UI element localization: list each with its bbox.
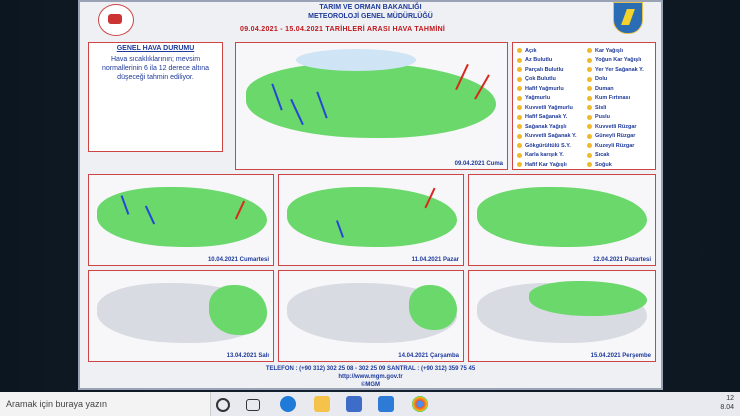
weather-icon [587, 86, 592, 92]
map-day-2: 10.04.2021 Cumartesi [88, 174, 274, 266]
legend-item: Sıcak [587, 151, 657, 161]
weather-icon [517, 133, 522, 139]
search-placeholder: Aramak için buraya yazın [6, 399, 108, 409]
forecast-title: 09.04.2021 - 15.04.2021 TARİHLERİ ARASI … [240, 26, 446, 33]
chrome-icon[interactable] [412, 396, 428, 412]
legend-item: Sisli [587, 103, 657, 113]
clock-time: 12 [726, 395, 734, 402]
legend-item: Hafif Yağmurlu [517, 84, 587, 94]
clock-date: 8.04 [720, 404, 734, 411]
legend-item: Çok Bulutlu [517, 75, 587, 85]
ministry-name: TARIM VE ORMAN BAKANLIĞI [319, 4, 422, 11]
legend-item: Kuvvetli Rüzgar [587, 122, 657, 132]
weather-icon [587, 162, 592, 168]
legend-item: Puslu [587, 113, 657, 123]
general-heading: GENEL HAVA DURUMU [116, 45, 195, 52]
legend-item: Hafif Sağanak Y. [517, 113, 587, 123]
system-tray-clock[interactable]: 12 8.04 [720, 394, 734, 412]
edge-icon[interactable] [280, 396, 296, 412]
map-date-label: 09.04.2021 Cuma [454, 161, 503, 167]
legend-item: Sağanak Yağışlı [517, 122, 587, 132]
weather-icon [517, 57, 522, 63]
forecast-sheet: TARIM VE ORMAN BAKANLIĞI METEOROLOJİ GEN… [78, 0, 663, 390]
cortana-icon[interactable] [216, 398, 230, 412]
taskbar-search[interactable]: Aramak için buraya yazın [0, 392, 211, 416]
legend-item: Güneyli Rüzgar [587, 132, 657, 142]
map-day-4: 12.04.2021 Pazartesi [468, 174, 656, 266]
legend-item: Dolu [587, 75, 657, 85]
weather-icon [587, 152, 592, 158]
store-icon[interactable] [346, 396, 362, 412]
weather-icon [517, 162, 522, 168]
legend-item: Soğuk [587, 160, 657, 170]
legend-item: Gökgürültülü S.Y. [517, 141, 587, 151]
turkey-landmass [246, 63, 496, 138]
weather-icon [517, 143, 522, 149]
legend-item: Kuvvetli Sağanak Y. [517, 132, 587, 142]
weather-icon [587, 114, 592, 120]
contact-phone: TELEFON : (+90 312) 302 25 08 - 302 25 0… [265, 366, 476, 372]
weather-icon [587, 67, 592, 73]
general-weather-box: GENEL HAVA DURUMU Hava sıcaklıklarının; … [88, 42, 223, 152]
map-date-label: 11.04.2021 Pazar [411, 257, 459, 263]
weather-icon [587, 133, 592, 139]
weather-icon [517, 67, 522, 73]
task-view-icon[interactable] [246, 399, 260, 411]
weather-icon [517, 114, 522, 120]
map-day-5: 13.04.2021 Salı [88, 270, 274, 362]
map-date-label: 15.04.2021 Perşembe [590, 353, 651, 359]
legend-item: Açık [517, 46, 587, 56]
directorate-name: METEOROLOJİ GENEL MÜDÜRLÜĞÜ [308, 13, 433, 20]
legend-item: Yoğun Kar Yağışlı [587, 56, 657, 66]
legend-item: Kar Yağışlı [587, 46, 657, 56]
general-text: Hava sıcaklıklarının; mevsim normallerin… [101, 56, 209, 81]
map-date-label: 13.04.2021 Salı [226, 353, 269, 359]
website-link[interactable]: http://www.mgm.gov.tr [80, 374, 661, 380]
black-sea [296, 49, 416, 71]
mail-icon[interactable] [378, 396, 394, 412]
green-region [529, 281, 647, 316]
green-region [209, 285, 267, 335]
weather-icon [517, 124, 522, 130]
map-day-7: 15.04.2021 Perşembe [468, 270, 656, 362]
map-date-label: 14.04.2021 Çarşamba [398, 353, 459, 359]
windows-taskbar: Aramak için buraya yazın 12 8.04 [0, 392, 740, 416]
legend-item: Duman [587, 84, 657, 94]
weather-icon [587, 124, 592, 130]
weather-icon [587, 143, 592, 149]
legend-item: Parçalı Bulutlu [517, 65, 587, 75]
map-date-label: 12.04.2021 Pazartesi [592, 257, 651, 263]
green-region [409, 285, 457, 330]
legend-box: Açık Az Bulutlu Parçalı Bulutlu Çok Bulu… [512, 42, 656, 170]
weather-icon [587, 76, 592, 82]
legend-item: Yer Yer Sağanak Y. [587, 65, 657, 75]
legend-item: Kum Fırtınası [587, 94, 657, 104]
weather-icon [587, 95, 592, 101]
legend-item: Az Bulutlu [517, 56, 587, 66]
map-date-label: 10.04.2021 Cumartesi [207, 257, 269, 263]
weather-icon [587, 105, 592, 111]
copyright: ©MGM [360, 382, 381, 388]
file-explorer-icon[interactable] [314, 396, 330, 412]
weather-icon [517, 105, 522, 111]
map-day-1: 09.04.2021 Cuma [235, 42, 508, 170]
weather-icon [587, 57, 592, 63]
map-day-6: 14.04.2021 Çarşamba [278, 270, 464, 362]
legend-item: Hafif Kar Yağışlı [517, 160, 587, 170]
legend-item: Karla karışık Y. [517, 151, 587, 161]
legend-left-column: Açık Az Bulutlu Parçalı Bulutlu Çok Bulu… [517, 46, 587, 170]
legend-item: Kuzeyli Rüzgar [587, 141, 657, 151]
weather-icon [517, 48, 522, 54]
turkey-landmass [477, 187, 647, 247]
weather-icon [587, 48, 592, 54]
map-day-3: 11.04.2021 Pazar [278, 174, 464, 266]
legend-item: Yağmurlu [517, 94, 587, 104]
legend-item: Kuvvetli Yağmurlu [517, 103, 587, 113]
weather-icon [517, 76, 522, 82]
weather-icon [517, 95, 522, 101]
weather-icon [517, 152, 522, 158]
legend-right-column: Kar Yağışlı Yoğun Kar Yağışlı Yer Yer Sa… [587, 46, 657, 170]
weather-icon [517, 86, 522, 92]
